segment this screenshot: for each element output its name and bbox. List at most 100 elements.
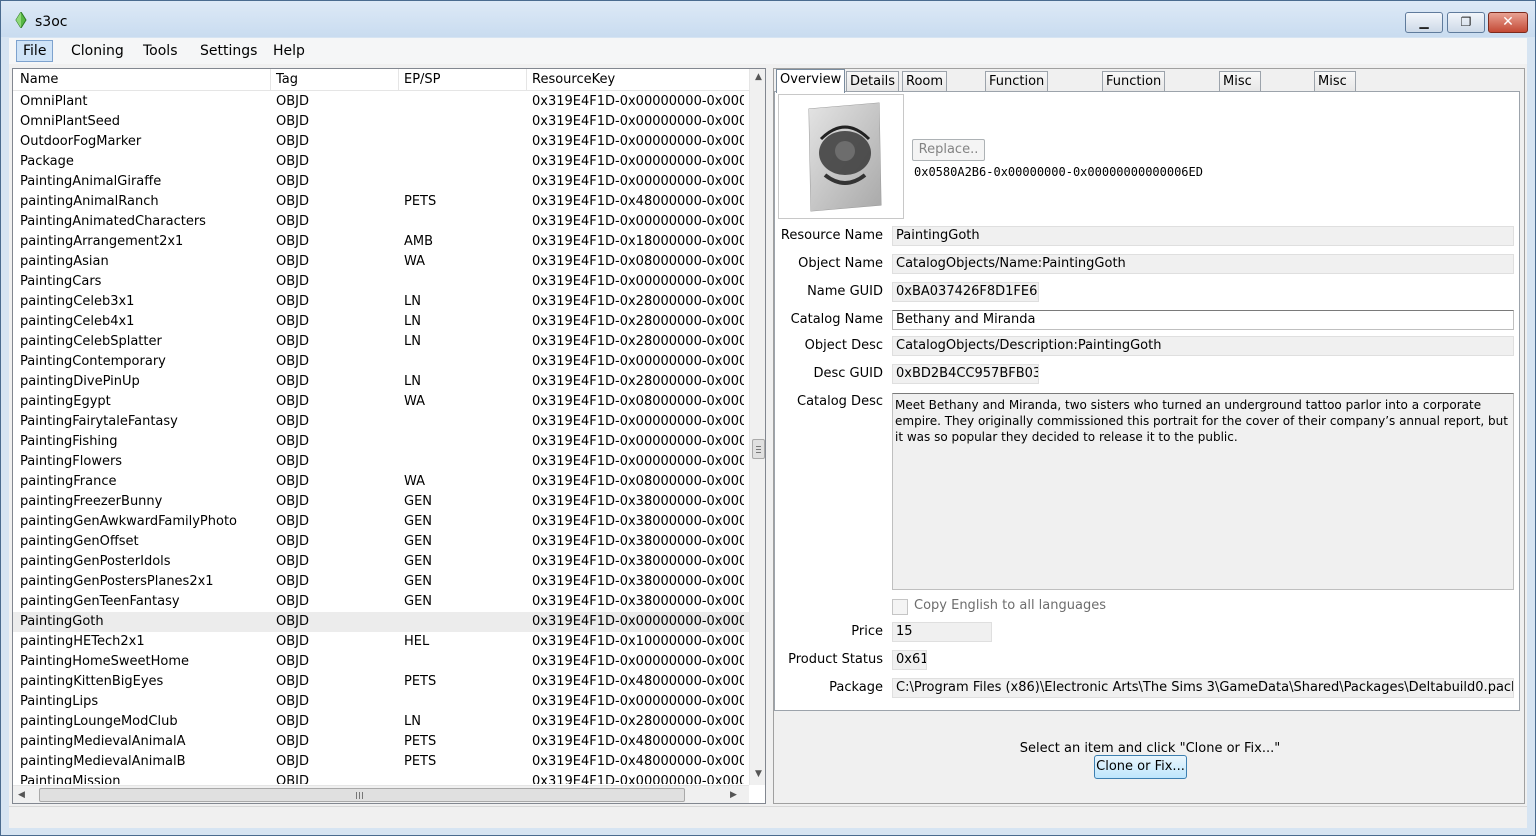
- copy-english-checkbox[interactable]: [892, 599, 908, 615]
- table-row[interactable]: paintingHETech2x1 OBJD HEL 0x319E4F1D-0x100…: [13, 632, 749, 652]
- table-row[interactable]: Package OBJD 0x319E4F1D-0x00000000-0x00000…: [13, 152, 749, 172]
- column-header-name[interactable]: Name: [20, 72, 58, 87]
- details-panel: OverviewDetailsRoom Flags Function Flags …: [773, 68, 1525, 804]
- package-path-field[interactable]: C:\Program Files (x86)\Electronic Arts\T…: [892, 678, 1514, 698]
- minimize-button[interactable]: ▁: [1405, 12, 1443, 33]
- resource-name-field[interactable]: PaintingGoth: [892, 226, 1514, 246]
- table-row[interactable]: OutdoorFogMarker OBJD 0x319E4F1D-0x0000000…: [13, 132, 749, 152]
- scroll-left-arrow-icon[interactable]: ◀: [13, 786, 30, 803]
- table-row[interactable]: paintingAsian OBJD WA 0x319E4F1D-0x08000000…: [13, 252, 749, 272]
- tab-details[interactable]: Details: [846, 71, 900, 92]
- menu-tools[interactable]: Tools: [136, 40, 185, 62]
- table-row[interactable]: paintingFreezerBunny OBJD GEN 0x319E4F1D-0x…: [13, 492, 749, 512]
- tab-function-flags-1[interactable]: Function Flags (1): [985, 71, 1049, 127]
- tag-cell: OBJD: [276, 454, 309, 469]
- epsp-cell: PETS: [404, 674, 437, 689]
- horizontal-scroll-thumb[interactable]: [39, 788, 685, 802]
- catalog-name-input[interactable]: Bethany and Miranda: [892, 310, 1514, 330]
- scroll-up-arrow-icon[interactable]: ▲: [750, 69, 765, 86]
- replace-thumbnail-button[interactable]: Replace..: [912, 139, 985, 161]
- table-row[interactable]: PaintingFishing OBJD 0x319E4F1D-0x00000000…: [13, 432, 749, 452]
- tag-cell: OBJD: [276, 254, 309, 269]
- table-row[interactable]: OmniPlantSeed OBJD 0x319E4F1D-0x00000000-0…: [13, 112, 749, 132]
- name-cell: PaintingAnimatedCharacters: [20, 214, 206, 229]
- price-field[interactable]: 15: [892, 622, 992, 642]
- table-row[interactable]: paintingAnimalRanch OBJD PETS 0x319E4F1D-0x…: [13, 192, 749, 212]
- maximize-button[interactable]: ❐: [1447, 12, 1485, 33]
- name-cell: paintingMedievalAnimalA: [20, 734, 186, 749]
- catalog-desc-textarea[interactable]: Meet Bethany and Miranda, two sisters wh…: [892, 393, 1514, 590]
- column-divider[interactable]: [398, 69, 399, 91]
- table-row[interactable]: paintingGenAwkwardFamilyPhoto OBJD GEN 0x31…: [13, 512, 749, 532]
- table-row[interactable]: PaintingAnimalGiraffe OBJD 0x319E4F1D-0x00…: [13, 172, 749, 192]
- table-row[interactable]: paintingMedievalAnimalB OBJD PETS 0x319E4F1…: [13, 752, 749, 772]
- horizontal-scrollbar[interactable]: ◀ ▶: [13, 785, 749, 803]
- tab-overview[interactable]: Overview: [776, 69, 846, 93]
- name-cell: paintingCeleb4x1: [20, 314, 135, 329]
- table-row[interactable]: PaintingFairytaleFantasy OBJD 0x319E4F1D-0…: [13, 412, 749, 432]
- table-row[interactable]: paintingKittenBigEyes OBJD PETS 0x319E4F1D-…: [13, 672, 749, 692]
- name-cell: PaintingAnimalGiraffe: [20, 174, 162, 189]
- column-divider[interactable]: [270, 69, 271, 91]
- table-row[interactable]: PaintingFlowers OBJD 0x319E4F1D-0x00000000…: [13, 452, 749, 472]
- table-row[interactable]: paintingDivePinUp OBJD LN 0x319E4F1D-0x2800…: [13, 372, 749, 392]
- table-row[interactable]: paintingEgypt OBJD WA 0x319E4F1D-0x08000000…: [13, 392, 749, 412]
- resourcekey-cell: 0x319E4F1D-0x38000000-0x0000000: [532, 514, 744, 529]
- name-cell: OmniPlant: [20, 94, 88, 109]
- table-row[interactable]: PaintingLips OBJD 0x319E4F1D-0x00000000-0x…: [13, 692, 749, 712]
- clone-or-fix-button[interactable]: Clone or Fix...: [1094, 755, 1187, 779]
- tab-room-flags[interactable]: Room Flags: [902, 71, 948, 108]
- table-row[interactable]: paintingCeleb4x1 OBJD LN 0x319E4F1D-0x28000…: [13, 312, 749, 332]
- desc-guid-field[interactable]: 0xBD2B4CC957BFB037: [892, 364, 1039, 384]
- object-name-field[interactable]: CatalogObjects/Name:PaintingGoth: [892, 254, 1514, 274]
- table-row[interactable]: PaintingGoth OBJD 0x319E4F1D-0x00000000-0x…: [13, 612, 749, 632]
- column-header-epsp[interactable]: EP/SP: [404, 72, 441, 87]
- table-row[interactable]: OmniPlant OBJD 0x319E4F1D-0x00000000-0x000…: [13, 92, 749, 112]
- column-header-resourcekey[interactable]: ResourceKey: [532, 72, 615, 87]
- menu-settings[interactable]: Settings: [193, 40, 264, 62]
- table-row[interactable]: paintingFrance OBJD WA 0x319E4F1D-0x0800000…: [13, 472, 749, 492]
- table-row[interactable]: paintingGenOffset OBJD GEN 0x319E4F1D-0x380…: [13, 532, 749, 552]
- name-guid-field[interactable]: 0xBA037426F8D1FE68: [892, 282, 1039, 302]
- catalog-name-label: Catalog Name: [790, 312, 883, 327]
- product-status-label: Product Status: [788, 652, 883, 667]
- vertical-scroll-thumb[interactable]: [752, 439, 765, 459]
- scroll-down-arrow-icon[interactable]: ▼: [750, 766, 765, 783]
- title-bar[interactable]: s3oc ▁ ❐ ✕: [1, 1, 1535, 37]
- epsp-cell: HEL: [404, 634, 430, 649]
- vertical-scrollbar[interactable]: ▲ ▼: [749, 69, 765, 785]
- table-row[interactable]: paintingGenPosterIdols OBJD GEN 0x319E4F1D-…: [13, 552, 749, 572]
- copy-english-label[interactable]: Copy English to all languages: [914, 598, 1106, 613]
- resource-list[interactable]: Name Tag EP/SP ResourceKey OmniPlant OBJD…: [12, 68, 766, 804]
- menu-file[interactable]: File: [16, 40, 54, 62]
- tag-cell: OBJD: [276, 114, 309, 129]
- product-status-field[interactable]: 0x61: [892, 650, 927, 670]
- table-row[interactable]: paintingGenTeenFantasy OBJD GEN 0x319E4F1D-…: [13, 592, 749, 612]
- table-row[interactable]: paintingCelebSplatter OBJD LN 0x319E4F1D-0x…: [13, 332, 749, 352]
- table-row[interactable]: PaintingHomeSweetHome OBJD 0x319E4F1D-0x00…: [13, 652, 749, 672]
- table-row[interactable]: paintingGenPostersPlanes2x1 OBJD GEN 0x319E…: [13, 572, 749, 592]
- tab-misc-flags-2[interactable]: Misc Flags (2): [1314, 71, 1357, 127]
- epsp-cell: GEN: [404, 514, 433, 529]
- tab-function-flags-2[interactable]: Function Flags (2): [1102, 71, 1166, 127]
- table-row[interactable]: PaintingMission OBJD 0x319E4F1D-0x00000000…: [13, 772, 749, 784]
- tag-cell: OBJD: [276, 294, 309, 309]
- painting-thumbnail-icon: [808, 102, 882, 212]
- scroll-right-arrow-icon[interactable]: ▶: [725, 786, 742, 803]
- column-divider[interactable]: [526, 69, 527, 91]
- object-desc-field[interactable]: CatalogObjects/Description:PaintingGoth: [892, 336, 1514, 356]
- menu-help[interactable]: Help: [266, 40, 312, 62]
- table-row[interactable]: paintingArrangement2x1 OBJD AMB 0x319E4F1D-…: [13, 232, 749, 252]
- tag-cell: OBJD: [276, 334, 309, 349]
- column-header-tag[interactable]: Tag: [276, 72, 298, 87]
- table-row[interactable]: PaintingAnimatedCharacters OBJD 0x319E4F1D…: [13, 212, 749, 232]
- table-row[interactable]: PaintingContemporary OBJD 0x319E4F1D-0x000…: [13, 352, 749, 372]
- table-row[interactable]: paintingLoungeModClub OBJD LN 0x319E4F1D-0x…: [13, 712, 749, 732]
- table-row[interactable]: paintingMedievalAnimalA OBJD PETS 0x319E4F1…: [13, 732, 749, 752]
- table-row[interactable]: PaintingCars OBJD 0x319E4F1D-0x00000000-0x…: [13, 272, 749, 292]
- close-button[interactable]: ✕: [1488, 12, 1528, 33]
- price-label: Price: [851, 624, 883, 639]
- table-row[interactable]: paintingCeleb3x1 OBJD LN 0x319E4F1D-0x28000…: [13, 292, 749, 312]
- tab-misc-flags-1[interactable]: Misc Flags (1): [1219, 71, 1262, 127]
- menu-cloning[interactable]: Cloning: [64, 40, 131, 62]
